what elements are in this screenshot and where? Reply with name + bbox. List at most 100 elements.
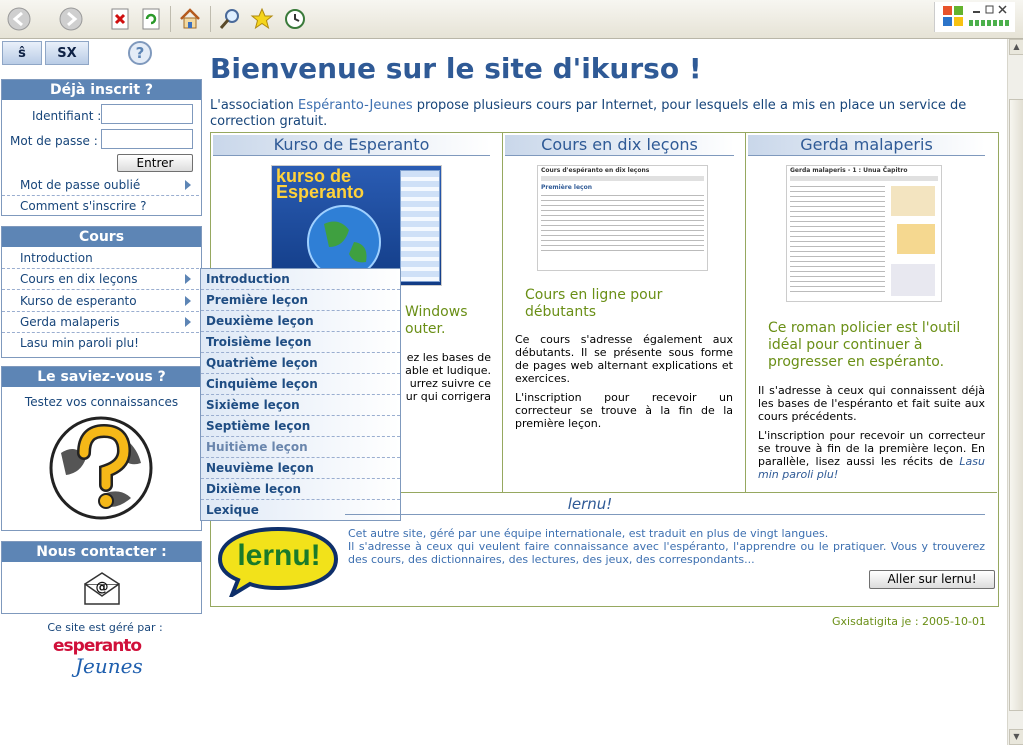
esperanto-jeunes-logo[interactable]: esperanto Jeunes (53, 636, 153, 696)
help-icon[interactable]: ? (127, 40, 153, 66)
browser-toolbar (0, 0, 1023, 39)
course-item-lasu[interactable]: Lasu min paroli plu! (2, 333, 199, 353)
window-controls-icon[interactable] (969, 4, 1013, 16)
gerda-registration-text: L'inscription pour recevoir un correcteu… (758, 429, 985, 468)
course-item-label: Cours en dix leçons (20, 272, 138, 286)
lesson-item[interactable]: Deuxième leçon (201, 311, 400, 332)
lesson-item[interactable]: Neuvième leçon (201, 458, 400, 479)
lernu-title[interactable]: lernu! (520, 495, 660, 513)
contact-title: Nous contacter : (2, 542, 201, 562)
history-icon (285, 9, 305, 29)
column-divider (745, 132, 746, 492)
language-sx-button[interactable]: SX (45, 41, 89, 65)
esperanto-jeunes-link[interactable]: Espéranto-Jeunes (298, 98, 413, 113)
gerda-registration: L'inscription pour recevoir un correcteu… (758, 429, 985, 481)
gerda-subtitle: Ce roman policier est l'outil idéal pour… (768, 320, 961, 370)
lesson-item[interactable]: Huitième leçon (201, 437, 400, 458)
search-button[interactable] (217, 6, 243, 32)
scroll-down-arrow-icon[interactable]: ▼ (1009, 729, 1023, 745)
back-button[interactable] (6, 6, 32, 32)
course-item-label: Introduction (20, 251, 93, 265)
toolbar-separator (170, 6, 171, 32)
contact-box: Nous contacter : @ (1, 541, 202, 614)
lesson-item[interactable]: Troisième leçon (201, 332, 400, 353)
username-label: Identifiant : (32, 109, 102, 123)
lernu-logo[interactable]: lernu! (218, 525, 340, 597)
dix-lecons-thumb-title: Cours d'espéranto en dix leçons (541, 167, 650, 174)
thumb-nav-bar (790, 176, 938, 181)
gerda-description: Il s'adresse à ceux qui connaissent déjà… (758, 384, 985, 423)
dix-lecons-description: Ce cours s'adresse également aux débutan… (515, 333, 733, 385)
password-label: Mot de passe : (10, 134, 98, 148)
lesson-item[interactable]: Dixième leçon (201, 479, 400, 500)
scrollbar-thumb[interactable] (1009, 99, 1023, 711)
logo-line-jeunes: Jeunes (75, 654, 143, 678)
language-eo-button[interactable]: ŝ (2, 41, 42, 65)
stop-icon (111, 8, 129, 30)
lesson-item[interactable]: Septième leçon (201, 416, 400, 437)
intro-text: L'association (210, 98, 299, 113)
quiz-link[interactable]: Testez vos connaissances (2, 395, 201, 409)
gerda-title[interactable]: Gerda malaperis (748, 135, 985, 156)
course-item-dix-lecons[interactable]: Cours en dix leçons (2, 269, 199, 290)
logo-line-esperanto: esperanto (53, 636, 142, 656)
course-item-gerda[interactable]: Gerda malaperis (2, 312, 199, 333)
course-item-kurso[interactable]: Kurso de esperanto (2, 291, 199, 312)
dix-lecons-title[interactable]: Cours en dix leçons (505, 135, 734, 156)
svg-text:@: @ (96, 580, 109, 595)
kurso-description: ez les bases de able et ludique. urrez s… (405, 351, 491, 403)
lessons-flyout-menu: Introduction Première leçon Deuxième leç… (200, 268, 401, 521)
login-submit-button[interactable]: Entrer (117, 154, 193, 172)
stop-button[interactable] (107, 6, 133, 32)
quiz-globe-icon[interactable] (46, 413, 156, 523)
lesson-item[interactable]: Introduction (201, 269, 400, 290)
history-button[interactable] (282, 6, 308, 32)
favorites-button[interactable] (249, 6, 275, 32)
kurso-thumb-title: kurso de Esperanto (276, 166, 365, 202)
lesson-item[interactable]: Lexique (201, 500, 400, 520)
star-icon (250, 7, 274, 30)
chevron-right-icon (185, 317, 191, 327)
register-link[interactable]: Comment s'inscrire ? (2, 196, 199, 216)
managed-by-label: Ce site est géré par : (47, 621, 163, 634)
gerda-thumb-title: Gerda malaperis - 1 : Unua Ĉapitro (790, 167, 908, 174)
thumb-illustration-1 (891, 186, 935, 216)
gerda-screenshot[interactable]: Gerda malaperis - 1 : Unua Ĉapitro (786, 165, 942, 302)
login-title: Déjà inscrit ? (2, 80, 201, 100)
intro-paragraph: L'association Espéranto-Jeunes propose p… (210, 98, 985, 130)
chevron-right-icon (185, 274, 191, 284)
chevron-right-icon (185, 296, 191, 306)
lesson-item[interactable]: Première leçon (201, 290, 400, 311)
thumb-nav-bar (541, 176, 704, 181)
back-arrow-icon (7, 7, 31, 31)
course-item-label: Gerda malaperis (20, 315, 120, 329)
page-title: Bienvenue sur le site d'ikurso ! (210, 52, 702, 85)
page-content: ŝ SX ? Déjà inscrit ? Identifiant : Mot … (0, 39, 1008, 745)
course-item-introduction[interactable]: Introduction (2, 248, 199, 269)
course-item-label: Lasu min paroli plu! (20, 336, 139, 350)
email-envelope-icon[interactable]: @ (82, 572, 122, 606)
lesson-item[interactable]: Quatrième leçon (201, 353, 400, 374)
lesson-item[interactable]: Cinquième leçon (201, 374, 400, 395)
dix-lecons-screenshot[interactable]: Cours d'espéranto en dix leçons Première… (537, 165, 708, 271)
forgot-password-label: Mot de passe oublié (20, 178, 141, 192)
forward-button[interactable] (58, 6, 84, 32)
courses-box: Cours Introduction Cours en dix leçons K… (1, 226, 202, 358)
did-you-know-box: Le saviez-vous ? Testez vos connaissance… (1, 366, 202, 531)
kurso-subtitle: Windows outer. (405, 304, 468, 337)
lernu-description: Cet autre site, géré par une équipe inte… (348, 527, 985, 566)
vertical-scrollbar[interactable]: ▲ ▼ (1007, 39, 1023, 745)
lernu-description-line1: Cet autre site, géré par une équipe inte… (348, 527, 829, 540)
scroll-up-arrow-icon[interactable]: ▲ (1009, 39, 1023, 55)
lernu-logo-text: lernu! (237, 539, 321, 572)
kurso-title[interactable]: Kurso de Esperanto (213, 135, 490, 156)
go-to-lernu-button[interactable]: Aller sur lernu! (869, 570, 995, 589)
home-button[interactable] (177, 6, 203, 32)
lesson-item[interactable]: Sixième leçon (201, 395, 400, 416)
refresh-button[interactable] (138, 6, 164, 32)
password-input[interactable] (101, 129, 193, 149)
course-item-label: Kurso de esperanto (20, 294, 137, 308)
username-input[interactable] (101, 104, 193, 124)
forgot-password-link[interactable]: Mot de passe oublié (2, 175, 199, 196)
windows-logo-area (934, 2, 1015, 32)
